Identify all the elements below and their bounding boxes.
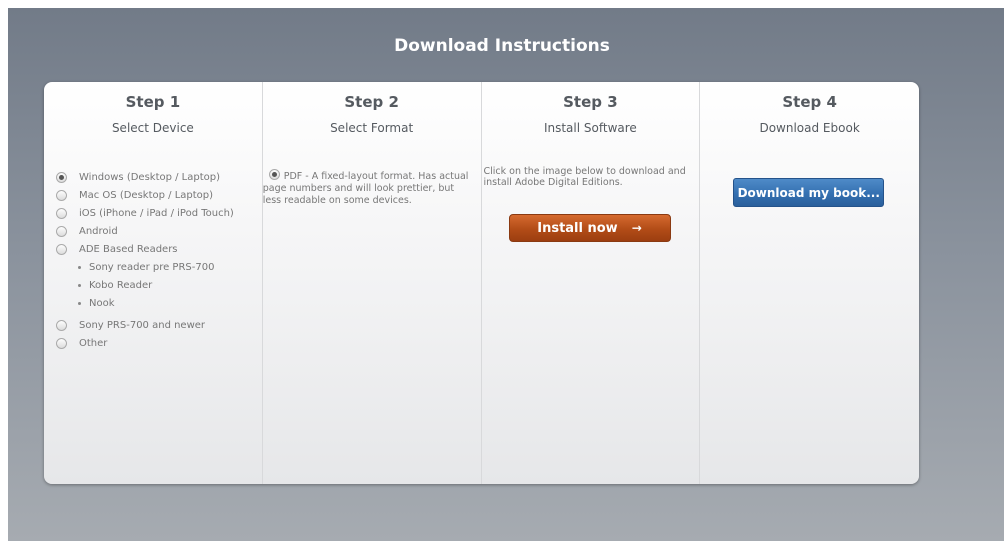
radio-icon[interactable] — [56, 189, 67, 201]
device-option-mac[interactable]: Mac OS (Desktop / Laptop) — [56, 186, 234, 204]
radio-icon[interactable] — [56, 207, 67, 219]
format-label: PDF - A fixed-layout format. Has actual … — [262, 171, 469, 206]
radio-checked-icon[interactable] — [56, 171, 67, 183]
device-option-windows[interactable]: Windows (Desktop / Laptop) — [56, 168, 234, 186]
step-subtitle: Select Format — [330, 121, 414, 135]
option-label: Sony PRS-700 and newer — [79, 319, 206, 331]
install-instructions: Click on the image below to download and… — [483, 166, 686, 188]
device-option-android[interactable]: Android — [56, 222, 234, 240]
step-title: Step 1 — [125, 93, 181, 111]
install-now-label: Install now — [537, 220, 618, 236]
step-subtitle: Download Ebook — [759, 121, 860, 135]
download-my-book-label: Download my book... — [737, 185, 880, 200]
download-my-book-button[interactable]: Download my book... — [733, 178, 885, 207]
ade-reader-item: Kobo Reader — [78, 276, 234, 294]
arrow-right-icon: → — [631, 221, 642, 235]
step-2-column: Step 2 Select Format PDF - A fixed-layou… — [263, 82, 482, 484]
device-option-other[interactable]: Other — [56, 334, 234, 352]
radio-icon[interactable] — [56, 337, 67, 349]
page-title: Download Instructions — [394, 36, 610, 56]
ade-reader-label: Sony reader pre PRS-700 — [89, 261, 215, 273]
device-options: Windows (Desktop / Laptop) Mac OS (Deskt… — [56, 168, 234, 352]
ade-reader-label: Kobo Reader — [89, 279, 153, 291]
step-title: Step 3 — [563, 93, 618, 111]
ade-reader-label: Nook — [89, 297, 115, 309]
step-subtitle: Install Software — [543, 121, 637, 135]
radio-checked-icon[interactable] — [268, 169, 280, 180]
steps-panel: Step 1 Select Device Windows (Desktop / … — [44, 82, 919, 484]
option-label: Windows (Desktop / Laptop) — [79, 171, 221, 183]
step-3-column: Step 3 Install Software Click on the ima… — [482, 82, 701, 484]
bullet-icon — [78, 301, 81, 305]
step-title: Step 4 — [782, 93, 837, 111]
ade-reader-item: Sony reader pre PRS-700 — [78, 258, 234, 276]
bullet-icon — [78, 265, 81, 269]
ade-readers-list: Sony reader pre PRS-700 Kobo Reader Nook — [56, 258, 234, 312]
option-label: Other — [79, 337, 108, 349]
format-option-pdf[interactable]: PDF - A fixed-layout format. Has actual … — [263, 169, 471, 207]
step-1-column: Step 1 Select Device Windows (Desktop / … — [44, 82, 263, 484]
step-title: Step 2 — [344, 93, 399, 111]
bullet-icon — [78, 283, 81, 287]
ade-reader-item: Nook — [78, 294, 234, 312]
radio-icon[interactable] — [56, 319, 67, 331]
step-subtitle: Select Device — [111, 121, 194, 135]
device-option-sony-prs700[interactable]: Sony PRS-700 and newer — [56, 316, 234, 334]
install-now-button[interactable]: Install now → — [508, 214, 671, 242]
option-label: iOS (iPhone / iPad / iPod Touch) — [79, 207, 234, 219]
option-label: Android — [79, 225, 118, 237]
device-option-ade[interactable]: ADE Based Readers — [56, 240, 234, 258]
step-4-column: Step 4 Download Ebook Download my book..… — [700, 82, 919, 484]
option-label: ADE Based Readers — [79, 243, 178, 255]
option-label: Mac OS (Desktop / Laptop) — [79, 189, 214, 201]
radio-icon[interactable] — [56, 243, 67, 255]
device-option-ios[interactable]: iOS (iPhone / iPad / iPod Touch) — [56, 204, 234, 222]
radio-icon[interactable] — [56, 225, 67, 237]
